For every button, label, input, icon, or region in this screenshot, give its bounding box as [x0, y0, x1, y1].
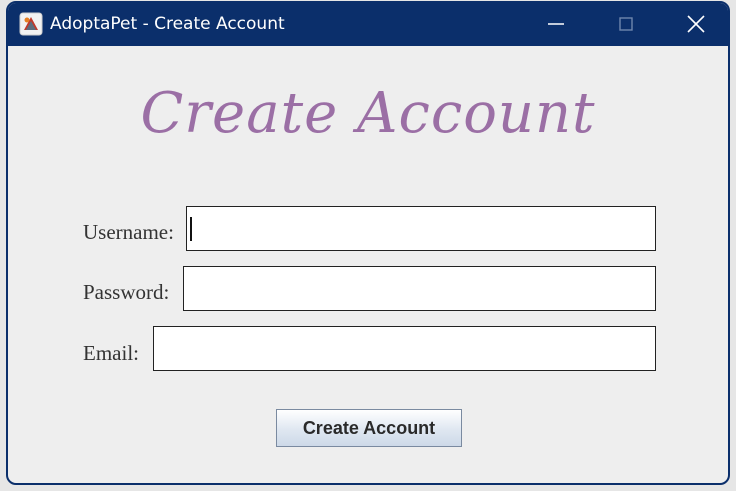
text-caret	[190, 217, 192, 241]
maximize-icon	[619, 17, 633, 31]
java-app-icon	[19, 12, 43, 36]
password-field[interactable]	[183, 266, 656, 311]
username-label: Username:	[83, 220, 174, 244]
window-title: AdoptaPet - Create Account	[50, 14, 285, 34]
email-label: Email:	[83, 341, 139, 365]
email-field[interactable]	[153, 326, 656, 371]
close-icon	[687, 15, 705, 33]
username-field[interactable]	[186, 206, 656, 251]
maximize-button[interactable]	[598, 3, 654, 46]
page-title: Create Account	[140, 81, 596, 146]
minimize-button[interactable]	[528, 3, 584, 46]
minimize-icon	[548, 23, 564, 25]
close-button[interactable]	[668, 3, 724, 46]
password-label: Password:	[83, 280, 170, 304]
create-account-button[interactable]: Create Account	[276, 409, 462, 447]
app-window: AdoptaPet - Create Account Create Accoun…	[6, 1, 730, 485]
title-bar[interactable]: AdoptaPet - Create Account	[8, 3, 728, 46]
